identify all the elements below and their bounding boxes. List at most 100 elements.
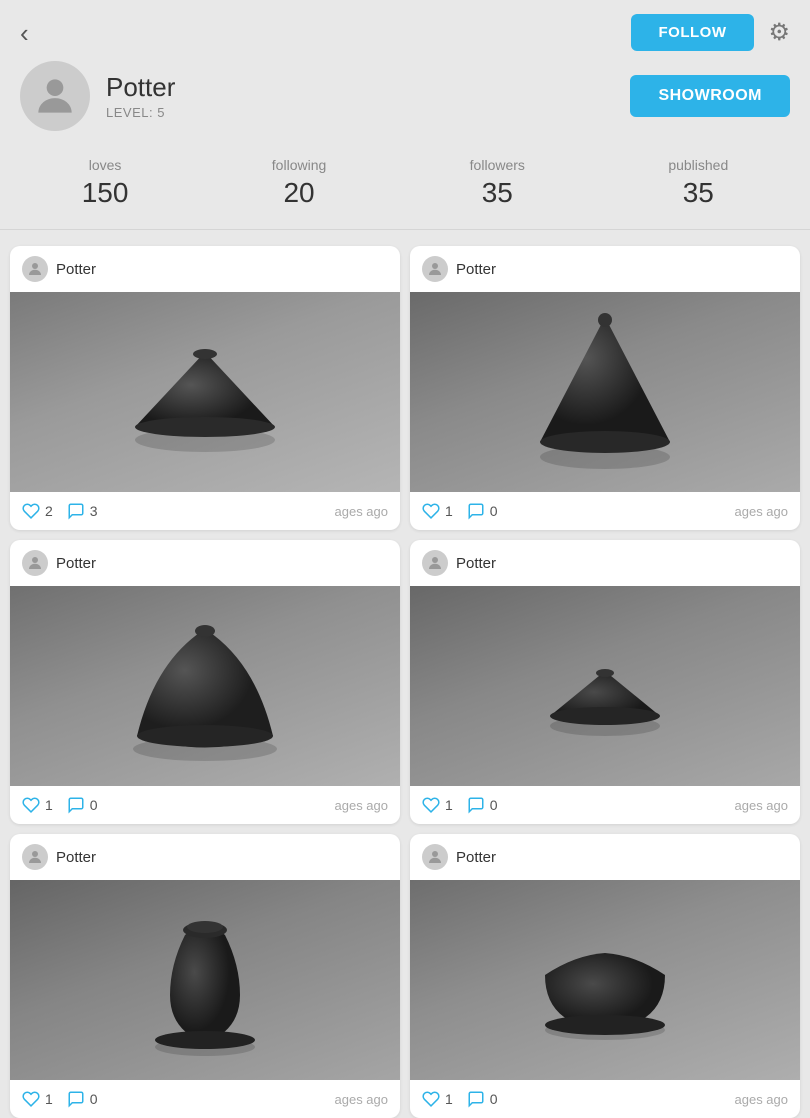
comments-stat[interactable]: 3 <box>67 502 98 520</box>
showroom-button[interactable]: SHOWROOM <box>630 75 790 117</box>
heart-icon <box>422 1090 440 1108</box>
likes-count: 1 <box>445 797 453 813</box>
card-image <box>410 586 800 786</box>
pottery-shape <box>10 586 400 786</box>
stat-following-label: following <box>272 157 326 173</box>
post-card[interactable]: Potter 1 <box>410 834 800 1118</box>
card-footer: 2 3 ages ago <box>10 492 400 530</box>
stat-loves: loves 150 <box>82 157 129 209</box>
card-footer: 1 0 ages ago <box>10 1080 400 1118</box>
likes-count: 1 <box>45 797 53 813</box>
comment-icon <box>467 1090 485 1108</box>
likes-count: 1 <box>445 503 453 519</box>
comments-stat[interactable]: 0 <box>467 796 498 814</box>
card-image <box>10 880 400 1080</box>
card-avatar <box>22 256 48 282</box>
card-header: Potter <box>410 540 800 586</box>
card-username: Potter <box>456 555 496 572</box>
time-ago: ages ago <box>335 1092 389 1107</box>
post-card[interactable]: Potter 1 <box>10 834 400 1118</box>
card-username: Potter <box>456 849 496 866</box>
card-username: Potter <box>56 555 96 572</box>
comments-count: 0 <box>490 503 498 519</box>
card-image <box>410 292 800 492</box>
card-footer: 1 0 ages ago <box>10 786 400 824</box>
comments-count: 3 <box>90 503 98 519</box>
pottery-shape <box>10 292 400 492</box>
heart-icon <box>22 1090 40 1108</box>
comments-stat[interactable]: 0 <box>467 1090 498 1108</box>
comment-icon <box>67 796 85 814</box>
card-header: Potter <box>410 834 800 880</box>
heart-icon <box>422 796 440 814</box>
comments-stat[interactable]: 0 <box>67 796 98 814</box>
pottery-shape <box>410 292 800 492</box>
card-username: Potter <box>56 849 96 866</box>
likes-stat[interactable]: 2 <box>22 502 53 520</box>
card-avatar <box>22 550 48 576</box>
card-header: Potter <box>10 246 400 292</box>
back-button[interactable]: ‹ <box>20 20 29 46</box>
likes-count: 2 <box>45 503 53 519</box>
card-username: Potter <box>56 261 96 278</box>
heart-icon <box>422 502 440 520</box>
likes-count: 1 <box>45 1091 53 1107</box>
stat-loves-value: 150 <box>82 177 129 209</box>
card-footer: 1 0 ages ago <box>410 1080 800 1118</box>
comment-icon <box>67 1090 85 1108</box>
card-footer: 1 0 ages ago <box>410 786 800 824</box>
stat-following-value: 20 <box>283 177 314 209</box>
profile-level: LEVEL: 5 <box>106 105 175 120</box>
pottery-shape <box>410 880 800 1080</box>
heart-icon <box>22 796 40 814</box>
top-bar-right: FOLLOW ⚙ <box>631 14 791 51</box>
time-ago: ages ago <box>735 1092 789 1107</box>
settings-icon[interactable]: ⚙ <box>768 18 790 47</box>
post-card[interactable]: Potter 2 <box>10 246 400 530</box>
stat-followers-label: followers <box>470 157 525 173</box>
likes-stat[interactable]: 1 <box>22 796 53 814</box>
post-card[interactable]: Potter 1 <box>410 540 800 824</box>
stats-row: loves 150 following 20 followers 35 publ… <box>0 147 810 230</box>
stat-published-label: published <box>668 157 728 173</box>
top-bar: ‹ FOLLOW ⚙ <box>0 0 810 61</box>
comments-stat[interactable]: 0 <box>467 502 498 520</box>
time-ago: ages ago <box>335 504 389 519</box>
card-footer: 1 0 ages ago <box>410 492 800 530</box>
card-header: Potter <box>10 834 400 880</box>
profile-left: Potter LEVEL: 5 <box>20 61 175 131</box>
comments-count: 0 <box>490 1091 498 1107</box>
card-avatar <box>422 256 448 282</box>
card-avatar <box>422 550 448 576</box>
follow-button[interactable]: FOLLOW <box>631 14 755 51</box>
stat-following: following 20 <box>272 157 326 209</box>
pottery-shape <box>10 880 400 1080</box>
card-avatar <box>422 844 448 870</box>
stat-published: published 35 <box>668 157 728 209</box>
likes-stat[interactable]: 1 <box>422 796 453 814</box>
card-image <box>10 292 400 492</box>
comments-count: 0 <box>90 797 98 813</box>
time-ago: ages ago <box>335 798 389 813</box>
stat-loves-label: loves <box>89 157 122 173</box>
profile-name: Potter <box>106 72 175 103</box>
comment-icon <box>467 502 485 520</box>
post-card[interactable]: Potter 1 <box>410 246 800 530</box>
comments-count: 0 <box>90 1091 98 1107</box>
likes-stat[interactable]: 1 <box>422 1090 453 1108</box>
avatar <box>20 61 90 131</box>
likes-stat[interactable]: 1 <box>22 1090 53 1108</box>
heart-icon <box>22 502 40 520</box>
card-image <box>410 880 800 1080</box>
post-card[interactable]: Potter 1 <box>10 540 400 824</box>
likes-stat[interactable]: 1 <box>422 502 453 520</box>
card-header: Potter <box>410 246 800 292</box>
profile-section: Potter LEVEL: 5 SHOWROOM <box>0 61 810 147</box>
card-username: Potter <box>456 261 496 278</box>
comment-icon <box>467 796 485 814</box>
profile-info: Potter LEVEL: 5 <box>106 72 175 120</box>
comments-stat[interactable]: 0 <box>67 1090 98 1108</box>
time-ago: ages ago <box>735 504 789 519</box>
card-avatar <box>22 844 48 870</box>
stat-published-value: 35 <box>683 177 714 209</box>
